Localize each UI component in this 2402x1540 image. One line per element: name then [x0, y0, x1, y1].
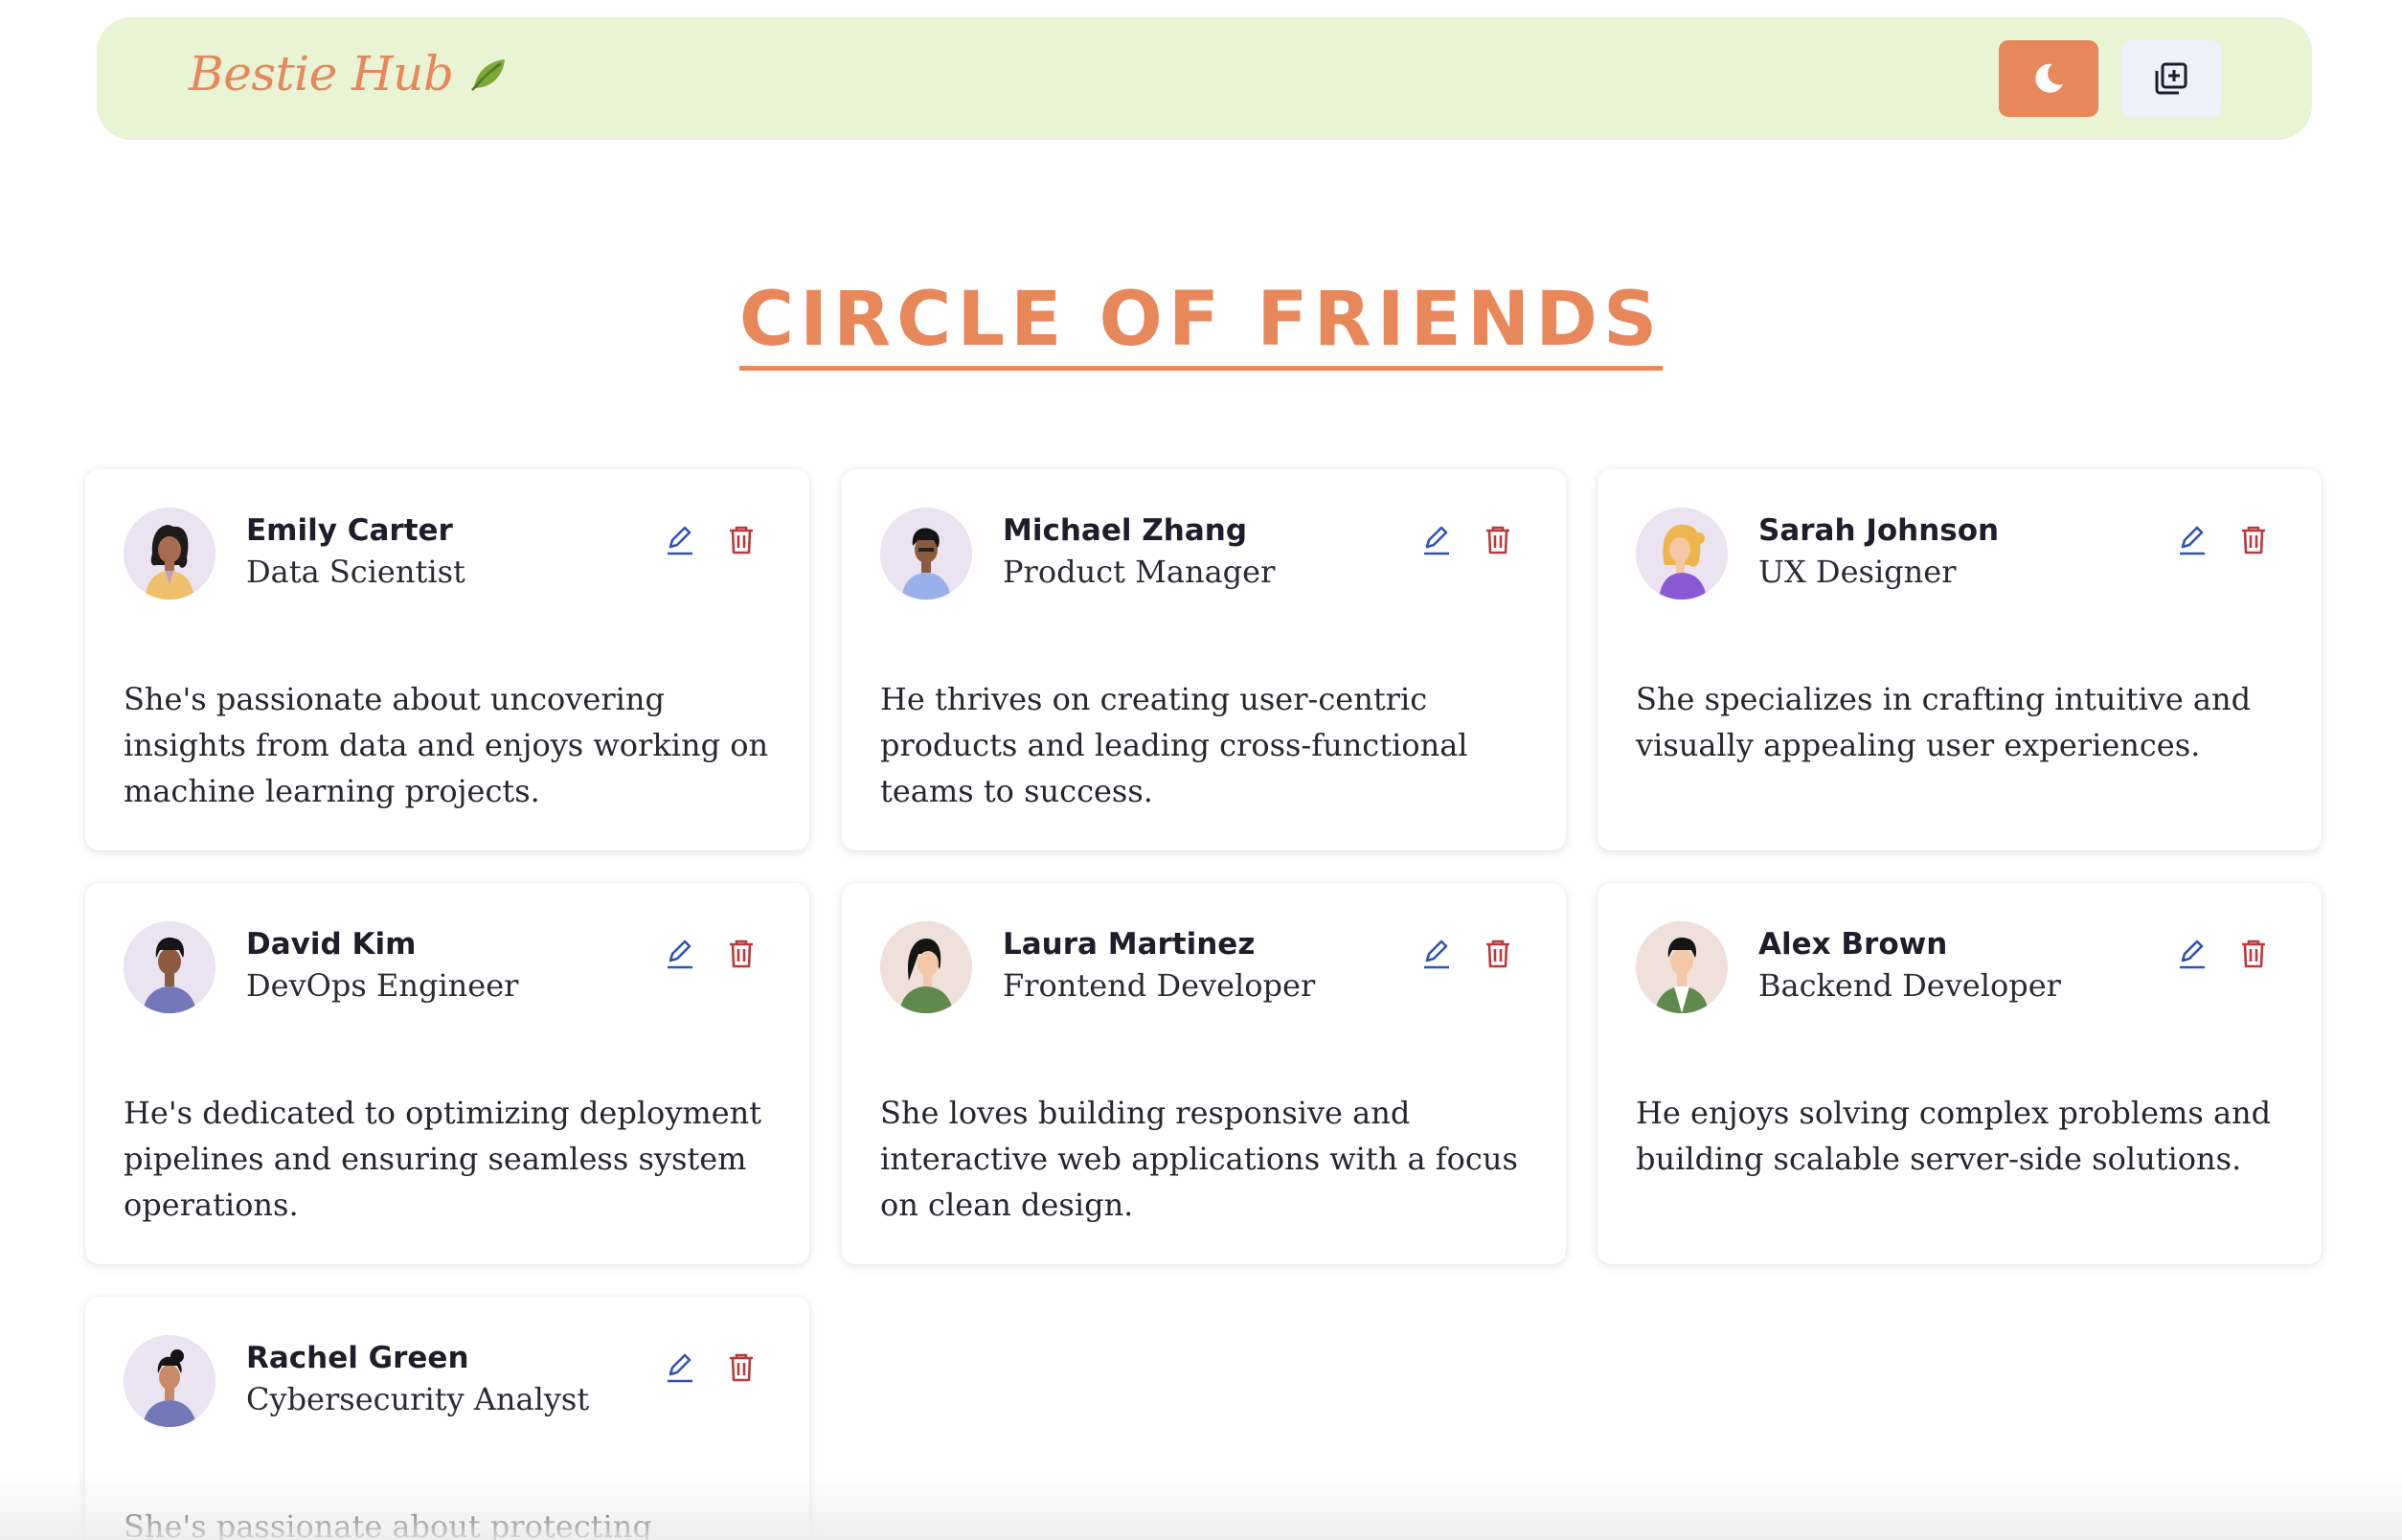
delete-button[interactable]: [2233, 933, 2274, 973]
trash-icon: [730, 940, 753, 968]
delete-button[interactable]: [721, 519, 761, 559]
avatar: [124, 1335, 215, 1427]
title-wrap: CIRCLE OF FRIENDS: [0, 274, 2402, 371]
pencil-icon: [1424, 940, 1449, 969]
edit-button[interactable]: [2172, 519, 2212, 559]
friend-card: Sarah Johnson UX Designer She specialize…: [1598, 469, 2322, 850]
avatar: [124, 921, 215, 1013]
friend-card: Alex Brown Backend Developer He enjoys s…: [1598, 883, 2322, 1264]
pencil-icon: [668, 526, 692, 555]
friend-card: Rachel Green Cybersecurity Analyst She's…: [85, 1297, 809, 1540]
delete-button[interactable]: [1478, 519, 1518, 559]
trash-icon: [730, 1353, 753, 1382]
trash-icon: [2242, 940, 2265, 968]
friend-bio: She's passionate about protecting system…: [124, 1508, 652, 1540]
delete-button[interactable]: [721, 1347, 761, 1387]
brand-name: Bestie Hub: [189, 46, 454, 102]
friend-name: Alex Brown: [1758, 927, 1948, 962]
add-stack-icon: [2155, 62, 2187, 95]
delete-button[interactable]: [2233, 519, 2274, 559]
friend-role: DevOps Engineer: [246, 967, 519, 1004]
friend-role: Product Manager: [1003, 554, 1276, 590]
avatar: [880, 921, 972, 1013]
friend-name: Emily Carter: [246, 513, 453, 548]
friend-card: David Kim DevOps Engineer He's dedicated…: [85, 883, 809, 1264]
pencil-icon: [668, 940, 692, 969]
edit-button[interactable]: [1416, 933, 1457, 973]
trash-icon: [1486, 940, 1509, 968]
avatar: [880, 508, 972, 600]
pencil-icon: [1424, 526, 1449, 555]
page-title: CIRCLE OF FRIENDS: [738, 274, 1664, 371]
friend-card: Michael Zhang Product Manager He thrives…: [842, 469, 1566, 850]
friend-bio: He enjoys solving complex problems and b…: [1636, 1095, 2272, 1177]
edit-button[interactable]: [2172, 933, 2212, 973]
edit-button[interactable]: [660, 519, 700, 559]
avatar: [1636, 921, 1728, 1013]
friend-name: Michael Zhang: [1003, 513, 1248, 548]
friend-card: Laura Martinez Frontend Developer She lo…: [842, 883, 1566, 1264]
add-friend-button[interactable]: [2121, 40, 2221, 117]
friend-role: Frontend Developer: [1003, 967, 1316, 1004]
pencil-icon: [668, 1353, 692, 1383]
pencil-icon: [2180, 526, 2205, 555]
avatar: [1636, 508, 1728, 600]
edit-button[interactable]: [660, 933, 700, 973]
moon-icon: [2035, 63, 2063, 93]
brand-logo[interactable]: Bestie Hub: [189, 46, 510, 102]
navbar: Bestie Hub: [97, 17, 2312, 140]
friend-role: Data Scientist: [246, 554, 465, 590]
leaf-icon: [471, 59, 506, 91]
trash-icon: [1486, 526, 1509, 555]
edit-button[interactable]: [660, 1347, 700, 1387]
friend-name: Laura Martinez: [1003, 927, 1256, 962]
edit-button[interactable]: [1416, 519, 1457, 559]
friend-bio: He thrives on creating user-centric prod…: [880, 681, 1468, 809]
trash-icon: [730, 526, 753, 555]
friend-role: Cybersecurity Analyst: [246, 1381, 590, 1417]
friend-name: David Kim: [246, 927, 417, 962]
delete-button[interactable]: [1478, 933, 1518, 973]
theme-toggle-button[interactable]: [1999, 40, 2098, 117]
friend-bio: He's dedicated to optimizing deployment …: [124, 1095, 762, 1223]
delete-button[interactable]: [721, 933, 761, 973]
friend-name: Sarah Johnson: [1758, 513, 2000, 548]
friend-bio: She specializes in crafting intuitive an…: [1636, 681, 2252, 763]
friend-name: Rachel Green: [246, 1341, 469, 1375]
friend-bio: She loves building responsive and intera…: [880, 1095, 1518, 1223]
friend-role: Backend Developer: [1758, 967, 2061, 1004]
pencil-icon: [2180, 940, 2205, 969]
avatar: [124, 508, 215, 600]
friend-bio: She's passionate about uncovering insigh…: [124, 681, 769, 809]
friend-role: UX Designer: [1758, 554, 1957, 590]
trash-icon: [2242, 526, 2265, 555]
friend-card: Emily Carter Data Scientist She's passio…: [85, 469, 809, 850]
page: Bestie Hub CIRCLE OF FRIENDS Emily Carte…: [0, 0, 2402, 1540]
